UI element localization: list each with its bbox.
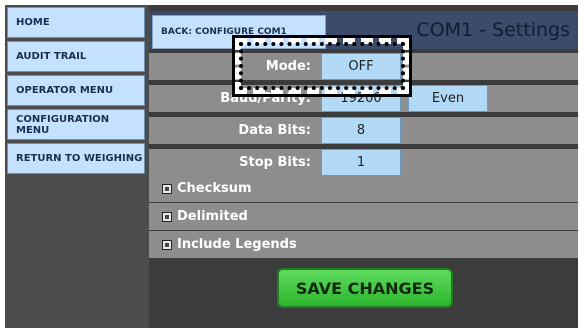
stop-bits-label: Stop Bits: (239, 155, 311, 170)
mode-highlight-inner (239, 42, 405, 90)
delimited-checkbox[interactable] (162, 212, 172, 222)
data-bits-value-button[interactable]: 8 (321, 117, 401, 144)
sidebar-item-configuration-menu[interactable]: CONFIGURATION MENU (7, 109, 145, 140)
sidebar-item-operator-menu[interactable]: OPERATOR MENU (7, 75, 145, 106)
sidebar: HOME AUDIT TRAIL OPERATOR MENU CONFIGURA… (5, 5, 149, 328)
include-legends-row: Include Legends (149, 231, 578, 258)
parity-value-button[interactable]: Even (408, 85, 488, 112)
include-legends-label: Include Legends (177, 237, 297, 252)
sidebar-item-label: OPERATOR MENU (16, 85, 114, 96)
page-title: COM1 - Settings (416, 19, 570, 41)
checksum-label: Checksum (177, 181, 252, 196)
delimited-label: Delimited (177, 209, 248, 224)
sidebar-item-label: HOME (16, 17, 50, 28)
stop-bits-value-button[interactable]: 1 (321, 149, 401, 176)
sidebar-item-label: AUDIT TRAIL (16, 51, 87, 62)
data-bits-label: Data Bits: (238, 123, 311, 138)
sidebar-item-label: CONFIGURATION MENU (16, 113, 110, 136)
stop-bits-row: Stop Bits: 1 (149, 149, 578, 176)
sidebar-item-label: RETURN TO WEIGHING (16, 153, 143, 164)
checksum-checkbox[interactable] (162, 184, 172, 194)
delimited-row: Delimited (149, 203, 578, 230)
include-legends-checkbox[interactable] (162, 240, 172, 250)
back-button-label: BACK: CONFIGURE COM1 (161, 27, 287, 37)
sidebar-item-return-to-weighing[interactable]: RETURN TO WEIGHING (7, 143, 145, 174)
checksum-row: Checksum (149, 175, 578, 202)
sidebar-item-home[interactable]: HOME (7, 7, 145, 38)
sidebar-item-audit-trail[interactable]: AUDIT TRAIL (7, 41, 145, 72)
data-bits-row: Data Bits: 8 (149, 117, 578, 144)
save-changes-button[interactable]: SAVE CHANGES (277, 268, 453, 308)
